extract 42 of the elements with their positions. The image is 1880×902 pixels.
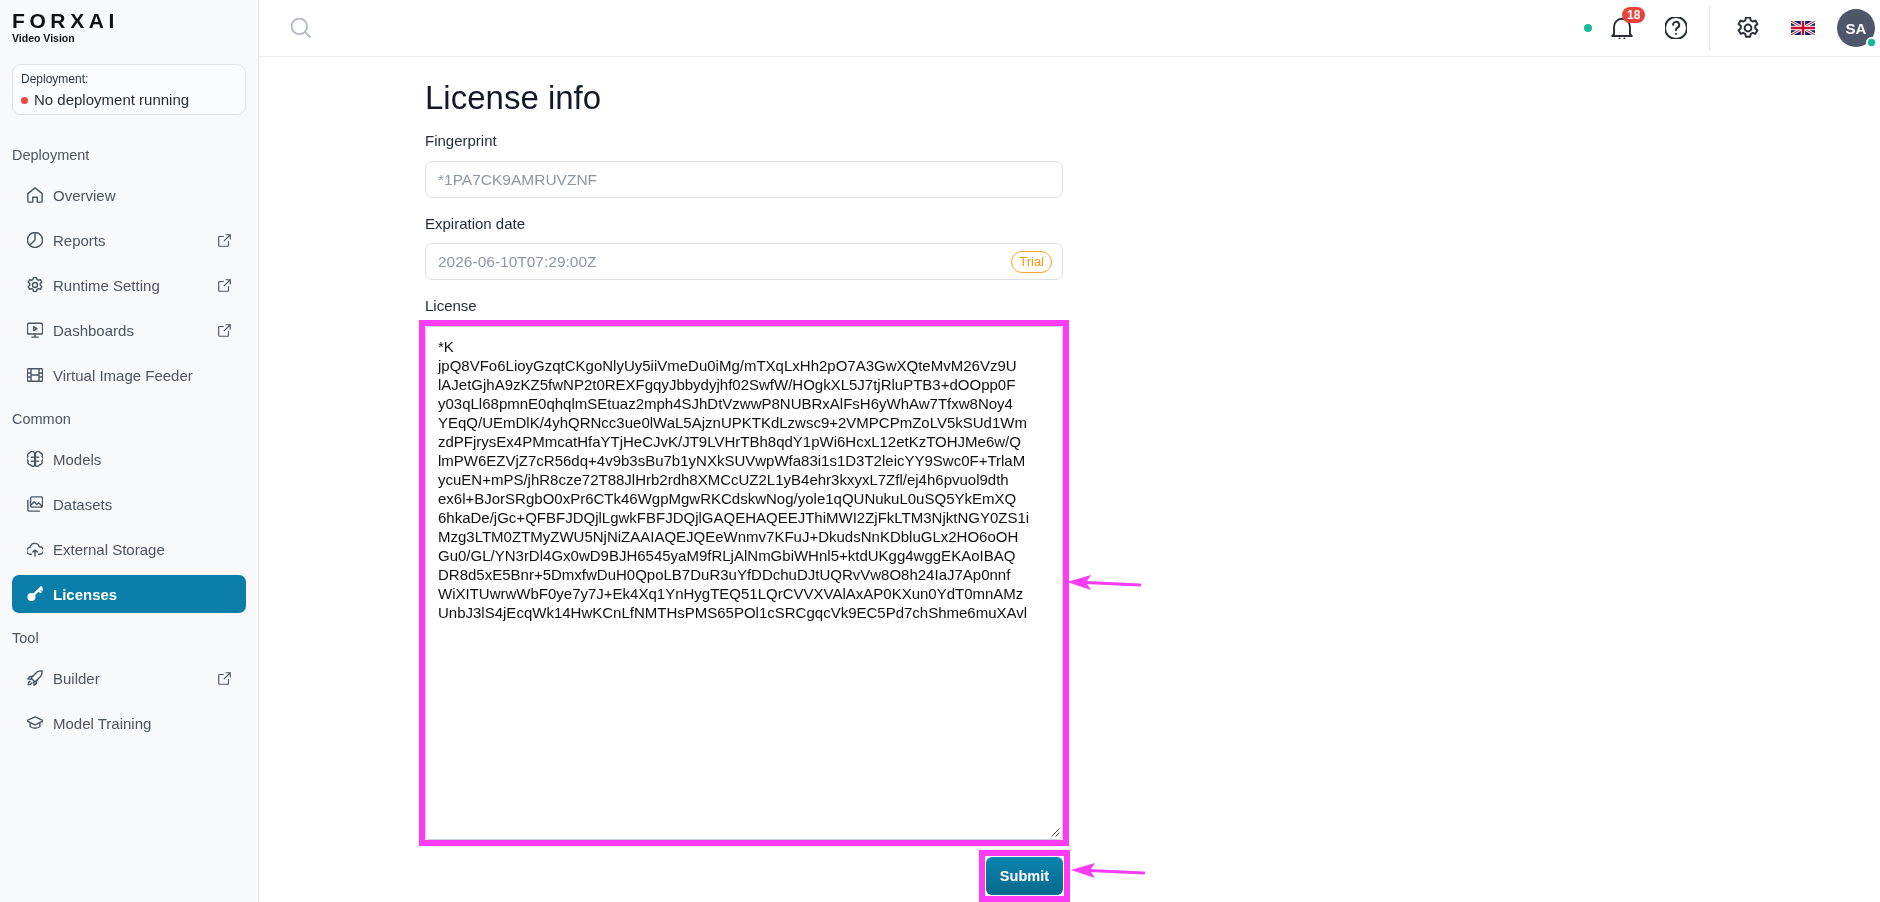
sidebar-item[interactable]: External Storage <box>12 530 246 568</box>
user-avatar[interactable]: SA <box>1837 9 1875 47</box>
notification-badge: 18 <box>1622 7 1646 23</box>
images-icon <box>27 496 43 512</box>
flag-icon[interactable] <box>1791 21 1815 35</box>
section-heading: Tool <box>12 629 40 648</box>
sidebar-item[interactable]: Runtime Setting <box>12 266 246 304</box>
sidebar-item[interactable]: Dashboards <box>12 311 246 349</box>
submit-button[interactable]: Submit <box>985 857 1063 895</box>
field-label: Fingerprint <box>425 131 498 151</box>
graduation-cap-icon <box>27 715 43 731</box>
field-label: License <box>425 296 478 316</box>
home-icon <box>27 187 43 203</box>
sidebar-item[interactable]: Virtual Image Feeder <box>12 356 246 394</box>
sidebar-item[interactable]: Models <box>12 440 246 478</box>
brand-logo: FORXAI <box>12 11 119 30</box>
sidebar-item[interactable]: Datasets <box>12 485 246 523</box>
sidebar-item[interactable]: Model Training <box>12 704 246 742</box>
sidebar-item[interactable]: Reports <box>12 221 246 259</box>
product-name: Video Vision <box>12 32 75 44</box>
pie-chart-icon <box>27 232 43 248</box>
monitor-play-icon <box>27 322 43 338</box>
help-icon[interactable] <box>1665 17 1687 39</box>
resize-handle-icon[interactable] <box>1051 828 1060 837</box>
section-heading: Common <box>12 410 72 429</box>
section-heading: Deployment <box>12 146 91 165</box>
sidebar-item[interactable]: Builder <box>12 659 246 697</box>
rocket-icon <box>27 670 43 686</box>
page-title: License info <box>425 78 603 118</box>
sidebar-item[interactable]: Licenses <box>12 575 246 613</box>
deployment-status: No deployment running <box>34 90 190 110</box>
brain-icon <box>27 451 43 467</box>
film-icon <box>27 367 43 383</box>
cloud-upload-icon <box>27 541 43 557</box>
deployment-label: Deployment: <box>21 71 90 87</box>
settings-icon[interactable] <box>1737 17 1759 39</box>
textarea-field[interactable]: *K jpQ8VFo6LioyGzqtCKgoNlyUy5iiVmeDu0iMg/mTXqLxHh2pO7A3GwXQteMvM26Vz9U lAJetGjhA9zKZ5fwNP2t0REXFgqyJbbydyjhf02SwfW/HOgkXL5J7tjRluPTB3+dOOpp0F y03qLl68pmnE0qhqlmSEtuaz2mph4SJhDtVzwwP8NUBRxAlFsH6yWhAw7Tfxw8Noy4 YEqQ/UEmDlK/4yhQRNcc3ue0lWaL5AjznUPKTKdLzwsc9+2VMPCPmZoLV5kSUd1Wm zdPFjrysEx4PMmcatHfaYTjHeCJvK/JT9LVHrTBh8qdY1pWi6HcxL12etKzTOHJMe6w/Q lmPW6EZVjZ7cR56dq+4v9b3sBu7b1yNXkSUVwpWfa83i1s1D3T2leicYY9Swc0F+TrlaM ycuEN+mPS/jhR8cze72T88JlHrb2rdh8XMCcUZ2L1yB4ehr3kxyxL7Zfl/ej4h6pvuol9dth ex6l+BJorSRgbO0xPr6CTk46WgpMgwRKCdskwNog/yole1qQUNukuL0uSQ5YkEmXQ 6hkaDe/jGc+QFBFJDQjlLgwkFBFJDQjlGAQEHAQEEJThiMWI2ZjFkLTM3NjktNGY0ZS1i Mzg3LTM0ZTMyZWU5NjNiZAAIAQEJQEeWnmv7KFuJ+DkudsNnKDbluGLx2HO6oOH Gu0/GL/YN3rDl4Gx0wD9BJH6545yaM9fRLjAlNmGbiWHnl5+ktdUKgg4wggEKAoIBAQ DR8d5xE5Bnr+5DmxfwDuH0QpoLB7DuR3uYfDDchuDJtUQRvVw8O8h24IaJ7Ap0nnf WiXITUwrwWbF0ye7y7J+Ek4Xq1YnHygTEQ51LQrCVVXVAlAxAP0KXun0YdT0mnAMz UnbJ3lS4jEcqWk14HwKCnLfNMTHsPMS65POl1cSRCgqcVk9EC5Pd7chShme6muXAvl <box>425 326 1063 840</box>
key-icon <box>27 586 43 602</box>
sidebar-item[interactable]: Overview <box>12 176 246 214</box>
gear-icon <box>27 277 43 293</box>
bell-icon[interactable] <box>1611 17 1633 39</box>
field-label: Expiration date <box>425 214 527 234</box>
